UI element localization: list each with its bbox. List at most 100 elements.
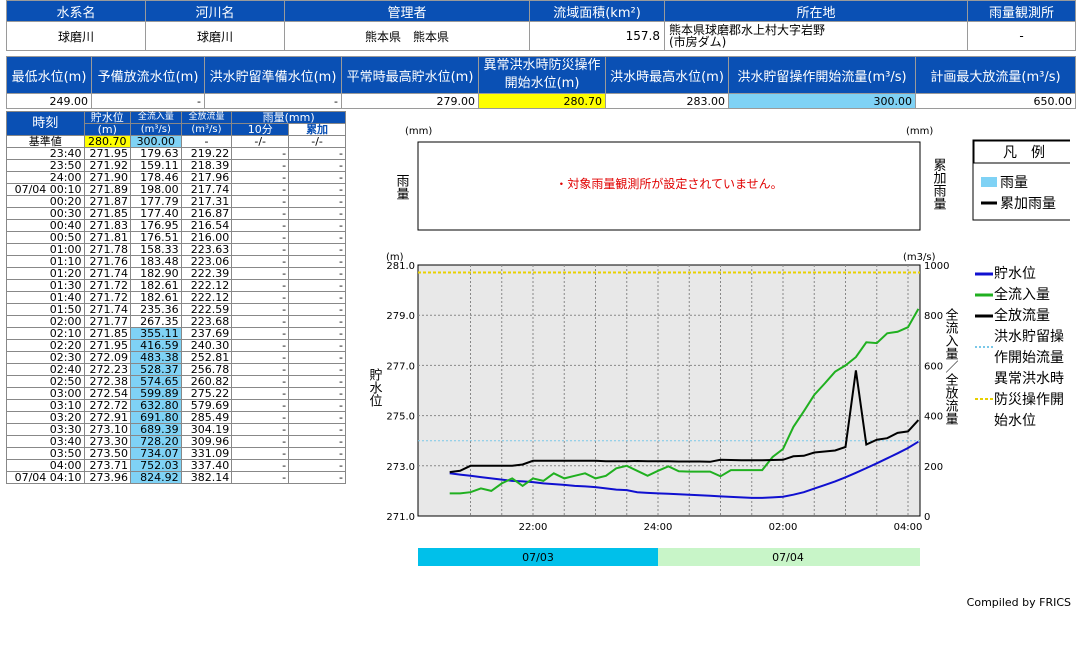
date-label-0703: 07/03 <box>522 551 554 564</box>
value-reserve-level: - <box>91 93 205 109</box>
row-level: 271.95 <box>83 147 131 160</box>
row-rain10: - <box>231 315 290 328</box>
row-level: 271.78 <box>83 243 131 256</box>
base-level: 280.70 <box>83 135 131 148</box>
row-level: 271.90 <box>83 171 131 184</box>
table-row: 03:10 272.72 632.80 579.69- - <box>6 399 346 412</box>
header-suikei: 水系名 <box>6 0 146 22</box>
row-time: 03:30 <box>6 423 85 436</box>
row-level: 271.83 <box>83 219 131 232</box>
legend-item-2: 全放流量 <box>994 307 1050 324</box>
row-outflow: 222.59 <box>180 303 233 316</box>
row-level: 271.89 <box>83 183 131 196</box>
row-rain10: - <box>231 207 290 220</box>
header-abnormal-level: 異常洪水時防災操作開始水位(m) <box>478 56 606 94</box>
row-rain10: - <box>231 435 290 448</box>
row-outflow: 223.68 <box>180 315 233 328</box>
table-row: 00:20 271.87 177.79 217.31- - <box>6 195 346 208</box>
rain-left-label: 雨量 <box>394 174 410 200</box>
row-inflow: 176.95 <box>130 219 182 232</box>
ytick-left: 273.0 <box>386 462 415 473</box>
rain-legend: 凡 例 雨量 累加雨量 <box>972 139 1070 221</box>
row-rain10: - <box>231 411 290 424</box>
header-max-discharge: 計画最大放流量(m³/s) <box>915 56 1076 94</box>
table-row: 02:10 271.85 355.11 237.69- - <box>6 327 346 340</box>
table-row: 03:30 273.10 689.39 304.19- - <box>6 423 346 436</box>
row-inflow: 752.03 <box>130 459 182 472</box>
unit-left: (m) <box>386 252 404 263</box>
rain-right-label: 累加雨量 <box>931 158 947 210</box>
row-time: 07/04 04:10 <box>6 471 85 484</box>
ytick-right: 200 <box>924 462 943 473</box>
ylabel-right: 全流入量／全放流量 <box>943 307 959 425</box>
header-normal-max-level: 平常時最高貯水位(m) <box>341 56 479 94</box>
row-time: 24:00 <box>6 171 85 184</box>
base-label: 基準値 <box>6 135 85 148</box>
xtick: 22:00 <box>519 522 548 533</box>
row-raincum: - <box>288 231 346 244</box>
row-level: 272.09 <box>83 351 131 364</box>
row-raincum: - <box>288 279 346 292</box>
row-time: 03:00 <box>6 387 85 400</box>
row-level: 271.74 <box>83 267 131 280</box>
row-outflow: 240.30 <box>180 339 233 352</box>
unit-right: (m3/s) <box>903 252 936 263</box>
rain-legend-rain-swatch <box>981 177 997 187</box>
base-raincum: -/- <box>288 135 346 148</box>
row-level: 271.72 <box>83 291 131 304</box>
row-rain10: - <box>231 231 290 244</box>
row-outflow: 217.96 <box>180 171 233 184</box>
row-time: 00:50 <box>6 231 85 244</box>
row-level: 272.72 <box>83 399 131 412</box>
row-raincum: - <box>288 267 346 280</box>
rain-unit-right: (mm) <box>906 126 933 137</box>
table-row: 24:00 271.90 178.46 217.96- - <box>6 171 346 184</box>
legend-item-1: 全流入量 <box>994 286 1050 303</box>
row-inflow: 178.46 <box>130 171 182 184</box>
value-normal-max-level: 279.00 <box>341 93 479 109</box>
row-raincum: - <box>288 375 346 388</box>
row-inflow: 198.00 <box>130 183 182 196</box>
main-plot: 271.0 0273.0 200275.0 400277.0 600279.0 80028… <box>367 252 959 566</box>
row-time: 04:00 <box>6 459 85 472</box>
col-level: 貯水位 <box>83 111 131 124</box>
row-inflow: 235.36 <box>130 303 182 316</box>
table-row: 01:30 271.72 182.61 222.12- - <box>6 279 346 292</box>
row-raincum: - <box>288 303 346 316</box>
row-rain10: - <box>231 399 290 412</box>
row-level: 272.38 <box>83 375 131 388</box>
col-time: 時刻 <box>6 111 85 136</box>
table-row: 23:50 271.92 159.11 218.39- - <box>6 159 346 172</box>
row-time: 03:20 <box>6 411 85 424</box>
row-time: 03:10 <box>6 399 85 412</box>
row-inflow: 574.65 <box>130 375 182 388</box>
row-time: 00:40 <box>6 219 85 232</box>
row-rain10: - <box>231 351 290 364</box>
value-kanrisha: 熊本県 熊本県 <box>284 21 530 51</box>
header-area: 流域面積(km²) <box>529 0 665 22</box>
row-level: 271.74 <box>83 303 131 316</box>
ytick-left: 271.0 <box>386 512 415 523</box>
row-inflow: 182.61 <box>130 279 182 292</box>
row-level: 271.92 <box>83 159 131 172</box>
col-level-unit: (m) <box>83 123 131 136</box>
row-rain10: - <box>231 195 290 208</box>
row-rain10: - <box>231 363 290 376</box>
row-inflow: 176.51 <box>130 231 182 244</box>
hourly-data-table: 時刻 貯水位 全流入量 全放流量 雨量(mm) (m) (m³/s) (m³/s… <box>6 111 346 484</box>
header-kanrisha: 管理者 <box>284 0 530 22</box>
base-inflow: 300.00 <box>130 135 182 148</box>
header-storage-flow: 洪水貯留操作開始流量(m³/s) <box>728 56 916 94</box>
row-inflow: 483.38 <box>130 351 182 364</box>
row-rain10: - <box>231 159 290 172</box>
rain-legend-rain: 雨量 <box>1000 175 1028 191</box>
table-row: 00:30 271.85 177.40 216.87- - <box>6 207 346 220</box>
table-row: 02:20 271.95 416.59 240.30- - <box>6 339 346 352</box>
row-inflow: 159.11 <box>130 159 182 172</box>
col-outflow: 全放流量 <box>180 111 233 124</box>
value-min-level: 249.00 <box>6 93 92 109</box>
rain-message: ・対象雨量観測所が設定されていません。 <box>555 176 782 191</box>
row-rain10: - <box>231 279 290 292</box>
row-rain10: - <box>231 171 290 184</box>
row-level: 271.77 <box>83 315 131 328</box>
